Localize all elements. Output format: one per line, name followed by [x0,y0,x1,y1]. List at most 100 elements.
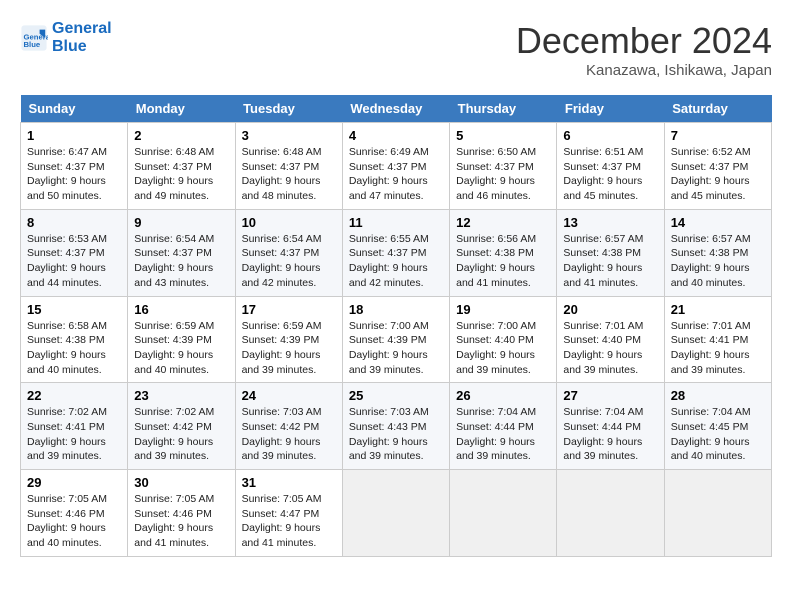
header-wednesday: Wednesday [342,95,449,123]
calendar-cell: 24 Sunrise: 7:03 AMSunset: 4:42 PMDayligh… [235,383,342,470]
logo-line1: General [52,20,112,38]
calendar-cell: 27Sunrise: 7:04 AMSunset: 4:44 PMDayligh… [557,383,664,470]
day-number: 19 [456,302,550,317]
cell-info: Sunrise: 7:00 AMSunset: 4:39 PMDaylight:… [349,320,429,376]
calendar-cell: 10Sunrise: 6:54 AMSunset: 4:37 PMDayligh… [235,209,342,296]
day-number: 6 [563,128,657,143]
cell-info: Sunrise: 6:59 AMSunset: 4:39 PMDaylight:… [134,320,214,376]
calendar-cell [342,470,449,557]
day-number: 11 [349,215,443,230]
calendar-cell: 29 Sunrise: 7:05 AMSunset: 4:46 PMDayligh… [21,470,128,557]
calendar-cell [664,470,771,557]
week-row-2: 8 Sunrise: 6:53 AMSunset: 4:37 PMDaylight… [21,209,772,296]
logo-line2: Blue [52,38,112,56]
cell-info: Sunrise: 7:05 AMSunset: 4:47 PMDaylight:… [242,493,322,549]
calendar-cell: 13 Sunrise: 6:57 AMSunset: 4:38 PMDayligh… [557,209,664,296]
title-block: December 2024 Kanazawa, Ishikawa, Japan [516,20,772,79]
calendar-cell: 19 Sunrise: 7:00 AMSunset: 4:40 PMDayligh… [450,296,557,383]
cell-info: Sunrise: 6:57 AMSunset: 4:38 PMDaylight:… [671,233,751,289]
cell-info: Sunrise: 6:47 AMSunset: 4:37 PMDaylight:… [27,146,107,202]
day-number: 12 [456,215,550,230]
calendar-cell: 1 Sunrise: 6:47 AMSunset: 4:37 PMDaylight… [21,123,128,210]
cell-info: Sunrise: 7:03 AMSunset: 4:43 PMDaylight:… [349,406,429,462]
calendar-cell [557,470,664,557]
calendar-cell: 15 Sunrise: 6:58 AMSunset: 4:38 PMDayligh… [21,296,128,383]
cell-info: Sunrise: 6:58 AMSunset: 4:38 PMDaylight:… [27,320,107,376]
calendar-cell: 31Sunrise: 7:05 AMSunset: 4:47 PMDayligh… [235,470,342,557]
page-header: General Blue General Blue December 2024 … [20,20,772,79]
week-row-1: 1 Sunrise: 6:47 AMSunset: 4:37 PMDaylight… [21,123,772,210]
cell-info: Sunrise: 7:01 AMSunset: 4:41 PMDaylight:… [671,320,751,376]
cell-info: Sunrise: 6:54 AMSunset: 4:37 PMDaylight:… [134,233,214,289]
cell-info: Sunrise: 7:04 AMSunset: 4:44 PMDaylight:… [456,406,536,462]
cell-info: Sunrise: 6:56 AMSunset: 4:38 PMDaylight:… [456,233,536,289]
cell-info: Sunrise: 6:59 AMSunset: 4:39 PMDaylight:… [242,320,322,376]
cell-info: Sunrise: 7:05 AMSunset: 4:46 PMDaylight:… [134,493,214,549]
logo: General Blue General Blue [20,20,112,55]
calendar-cell: 12 Sunrise: 6:56 AMSunset: 4:38 PMDayligh… [450,209,557,296]
calendar-cell: 28 Sunrise: 7:04 AMSunset: 4:45 PMDayligh… [664,383,771,470]
cell-info: Sunrise: 7:02 AMSunset: 4:42 PMDaylight:… [134,406,214,462]
cell-info: Sunrise: 7:03 AMSunset: 4:42 PMDaylight:… [242,406,322,462]
day-number: 18 [349,302,443,317]
calendar-cell: 23 Sunrise: 7:02 AMSunset: 4:42 PMDayligh… [128,383,235,470]
cell-info: Sunrise: 6:52 AMSunset: 4:37 PMDaylight:… [671,146,751,202]
cell-info: Sunrise: 6:50 AMSunset: 4:37 PMDaylight:… [456,146,536,202]
header-saturday: Saturday [664,95,771,123]
days-header-row: Sunday Monday Tuesday Wednesday Thursday… [21,95,772,123]
calendar-cell: 3Sunrise: 6:48 AMSunset: 4:37 PMDaylight… [235,123,342,210]
cell-info: Sunrise: 7:04 AMSunset: 4:45 PMDaylight:… [671,406,751,462]
calendar-cell [450,470,557,557]
calendar-cell: 16 Sunrise: 6:59 AMSunset: 4:39 PMDayligh… [128,296,235,383]
calendar-cell: 9 Sunrise: 6:54 AMSunset: 4:37 PMDaylight… [128,209,235,296]
cell-info: Sunrise: 7:05 AMSunset: 4:46 PMDaylight:… [27,493,107,549]
header-sunday: Sunday [21,95,128,123]
cell-info: Sunrise: 6:55 AMSunset: 4:37 PMDaylight:… [349,233,429,289]
calendar-cell: 7 Sunrise: 6:52 AMSunset: 4:37 PMDaylight… [664,123,771,210]
day-number: 20 [563,302,657,317]
day-number: 26 [456,388,550,403]
day-number: 24 [242,388,336,403]
day-number: 15 [27,302,121,317]
month-title: December 2024 [516,20,772,62]
calendar-cell: 30 Sunrise: 7:05 AMSunset: 4:46 PMDayligh… [128,470,235,557]
header-thursday: Thursday [450,95,557,123]
cell-info: Sunrise: 7:00 AMSunset: 4:40 PMDaylight:… [456,320,536,376]
calendar-cell: 26 Sunrise: 7:04 AMSunset: 4:44 PMDayligh… [450,383,557,470]
day-number: 4 [349,128,443,143]
calendar-cell: 5Sunrise: 6:50 AMSunset: 4:37 PMDaylight… [450,123,557,210]
calendar-table: Sunday Monday Tuesday Wednesday Thursday… [20,95,772,557]
calendar-cell: 4Sunrise: 6:49 AMSunset: 4:37 PMDaylight… [342,123,449,210]
cell-info: Sunrise: 6:48 AMSunset: 4:37 PMDaylight:… [242,146,322,202]
cell-info: Sunrise: 6:54 AMSunset: 4:37 PMDaylight:… [242,233,322,289]
header-friday: Friday [557,95,664,123]
calendar-cell: 11 Sunrise: 6:55 AMSunset: 4:37 PMDayligh… [342,209,449,296]
day-number: 8 [27,215,121,230]
day-number: 21 [671,302,765,317]
cell-info: Sunrise: 7:01 AMSunset: 4:40 PMDaylight:… [563,320,643,376]
day-number: 13 [563,215,657,230]
day-number: 1 [27,128,121,143]
day-number: 30 [134,475,228,490]
day-number: 7 [671,128,765,143]
calendar-cell: 22Sunrise: 7:02 AMSunset: 4:41 PMDayligh… [21,383,128,470]
day-number: 9 [134,215,228,230]
day-number: 22 [27,388,121,403]
calendar-cell: 21 Sunrise: 7:01 AMSunset: 4:41 PMDayligh… [664,296,771,383]
header-monday: Monday [128,95,235,123]
day-number: 28 [671,388,765,403]
week-row-4: 22Sunrise: 7:02 AMSunset: 4:41 PMDayligh… [21,383,772,470]
calendar-cell: 17Sunrise: 6:59 AMSunset: 4:39 PMDayligh… [235,296,342,383]
calendar-cell: 6Sunrise: 6:51 AMSunset: 4:37 PMDaylight… [557,123,664,210]
calendar-cell: 8 Sunrise: 6:53 AMSunset: 4:37 PMDaylight… [21,209,128,296]
calendar-cell: 18 Sunrise: 7:00 AMSunset: 4:39 PMDayligh… [342,296,449,383]
day-number: 29 [27,475,121,490]
day-number: 23 [134,388,228,403]
svg-text:Blue: Blue [24,40,41,49]
calendar-cell: 25Sunrise: 7:03 AMSunset: 4:43 PMDayligh… [342,383,449,470]
cell-info: Sunrise: 6:53 AMSunset: 4:37 PMDaylight:… [27,233,107,289]
location: Kanazawa, Ishikawa, Japan [516,62,772,79]
day-number: 14 [671,215,765,230]
day-number: 16 [134,302,228,317]
cell-info: Sunrise: 6:57 AMSunset: 4:38 PMDaylight:… [563,233,643,289]
